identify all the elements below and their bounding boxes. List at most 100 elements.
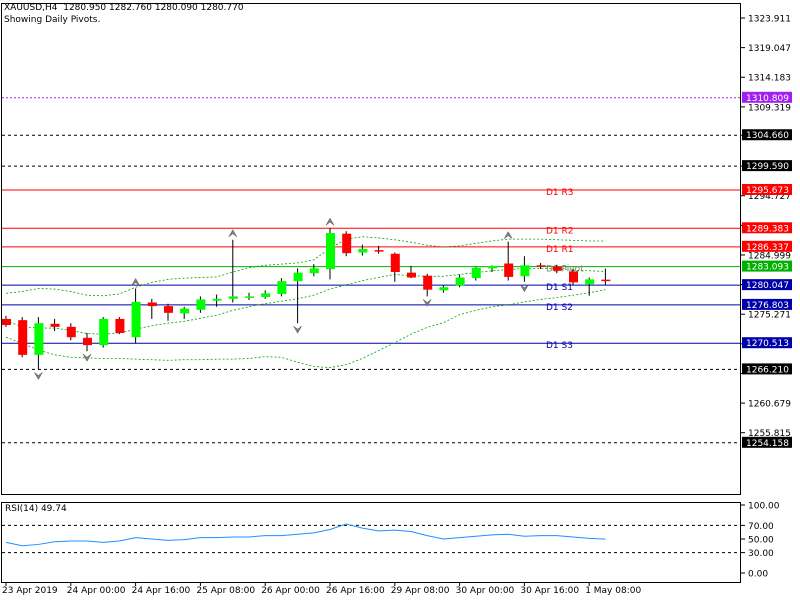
candle-bull-body xyxy=(99,318,109,346)
candle xyxy=(585,277,595,296)
candle xyxy=(277,278,287,297)
rsi-panel: 100.00 70.00 50.00 30.00 0.00 xyxy=(2,502,780,580)
rsi-line xyxy=(5,523,606,547)
candle xyxy=(245,292,254,301)
candle-bull-body xyxy=(131,301,141,338)
candle-bull-body xyxy=(196,299,206,310)
price-label-text: 1270.513 xyxy=(746,339,789,349)
price-label-text: 1295.673 xyxy=(746,186,789,196)
time-label: 24 Apr 00:00 xyxy=(67,586,126,596)
candle-bull-body xyxy=(245,296,254,298)
fractal-down-arrow xyxy=(34,372,43,380)
candle xyxy=(2,315,11,327)
candle-bull-body xyxy=(488,265,497,269)
price-label-text: 1254.158 xyxy=(746,439,789,449)
candle xyxy=(50,318,60,332)
candle-bear-body xyxy=(407,272,416,278)
level-line: 1295.673 D1 R3 xyxy=(2,183,792,198)
time-axis: 23 Apr 2019 24 Apr 00:00 24 Apr 16:00 25 Ap… xyxy=(2,582,641,596)
price-tick-label: 1319.047 xyxy=(748,44,791,54)
price-tick-label: 1323.911 xyxy=(748,15,791,25)
time-label: 24 Apr 16:00 xyxy=(132,586,191,596)
level-line: 1266.210 xyxy=(2,363,792,375)
level-line: 1289.383 D1 R2 xyxy=(2,222,792,236)
pivot-level-name: D1 R1 xyxy=(546,245,574,255)
candle-bear-body xyxy=(374,250,384,252)
envelope-middle-band xyxy=(5,267,606,335)
candle xyxy=(439,285,449,293)
candle-bear-body xyxy=(115,318,125,333)
candle xyxy=(228,239,238,303)
candle xyxy=(326,228,335,280)
price-label-text: 1304.660 xyxy=(746,131,789,141)
level-line: 1304.660 xyxy=(2,129,792,141)
candle-bull-body xyxy=(439,287,449,291)
level-line: 1276.803 D1 S2 xyxy=(2,298,792,313)
candle xyxy=(115,317,125,335)
price-chart[interactable]: 1323.9111319.0471314.1831309.3191294.727… xyxy=(0,0,800,600)
rsi-tick-label: 100.00 xyxy=(748,502,780,512)
fractal-down-arrow xyxy=(520,284,529,293)
pivot-level-name: D1 R2 xyxy=(546,226,574,236)
candle-bull-body xyxy=(261,293,271,297)
candle xyxy=(18,317,28,358)
candle xyxy=(309,264,319,277)
candle xyxy=(66,323,76,341)
price-tick-label: 1309.319 xyxy=(748,103,791,113)
pivot-level-name: D1 S1 xyxy=(546,283,573,293)
candle xyxy=(358,244,368,256)
pivot-level-name: D1 R3 xyxy=(546,188,574,198)
candle xyxy=(407,265,416,279)
price-tick-label: 1284.999 xyxy=(748,251,791,261)
candle xyxy=(99,317,109,348)
candle xyxy=(471,267,481,281)
level-line: 1254.158 xyxy=(2,436,792,449)
candle-bull-body xyxy=(293,272,303,282)
level-line: 1280.047 D1 S1 xyxy=(2,279,792,293)
candle-bull-body xyxy=(228,296,238,299)
time-label: 26 Apr 00:00 xyxy=(261,586,320,596)
candle-bear-body xyxy=(504,263,514,277)
price-tick-label: 1260.679 xyxy=(748,400,791,410)
candle xyxy=(34,317,44,370)
candle-bear-body xyxy=(536,265,546,267)
candle xyxy=(390,252,400,282)
time-label: 30 Apr 16:00 xyxy=(520,586,579,596)
candle xyxy=(131,288,141,344)
fractal-up-arrow xyxy=(228,229,238,237)
candle-bear-body xyxy=(423,275,433,290)
level-line: 1299.590 xyxy=(2,160,792,172)
fractal-markers xyxy=(34,217,529,380)
candle xyxy=(180,306,190,319)
fractal-up-arrow xyxy=(131,277,140,286)
pivot-level-name: D1 Pivot xyxy=(546,265,584,275)
candle xyxy=(520,256,530,282)
rsi-tick-label: 70.00 xyxy=(748,522,774,532)
main-panel-frame xyxy=(1,3,741,495)
candle-bear-body xyxy=(2,318,11,326)
candle xyxy=(147,298,157,319)
candle-bear-body xyxy=(147,302,157,307)
candle xyxy=(293,268,303,324)
time-label: 23 Apr 2019 xyxy=(2,586,58,596)
candle-bear-body xyxy=(66,326,76,338)
time-label: 29 Apr 08:00 xyxy=(391,586,450,596)
candle xyxy=(83,332,92,352)
price-label-text: 1310.809 xyxy=(746,94,789,104)
envelope-lower-band xyxy=(5,289,606,369)
candle-bull-body xyxy=(471,267,481,279)
candle-bear-body xyxy=(552,266,562,271)
fractal-up-arrow xyxy=(503,231,513,239)
fractal-up-arrow xyxy=(325,217,335,226)
price-label-text: 1280.047 xyxy=(746,281,789,291)
candle-bear-body xyxy=(83,337,92,346)
price-envelope xyxy=(5,236,606,369)
price-label-text: 1283.093 xyxy=(746,263,789,273)
candle-bear-body xyxy=(18,320,28,355)
candle-bear-body xyxy=(601,279,611,282)
candle-bear-body xyxy=(50,323,60,327)
price-label-text: 1266.210 xyxy=(746,365,789,375)
candle xyxy=(504,241,514,281)
candle xyxy=(455,274,465,288)
candle-bear-body xyxy=(390,253,400,273)
